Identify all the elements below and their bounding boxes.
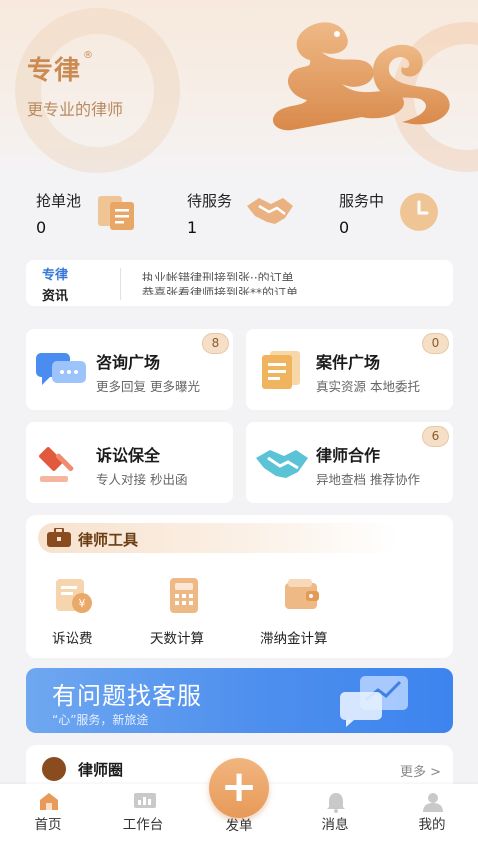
chat-bubbles-icon [36,353,86,385]
app-logo: 专律® [27,50,94,87]
divider [120,268,121,300]
dragon-emblem-icon [272,22,450,131]
stat-pending-service[interactable]: 待服务 1 [187,188,337,248]
card-lawyer-cooperation[interactable]: 律师合作 异地查档 推荐协作 6 [246,422,453,503]
stat-value: 0 [36,218,47,237]
stat-order-pool[interactable]: 抢单池 0 [36,188,186,248]
tool-days-calculator[interactable]: 天数计算 [150,577,204,647]
tool-label: 天数计算 [150,631,204,647]
calculator-icon [170,578,198,613]
order-stats: 抢单池 0 待服务 1 服务中 0 [0,188,478,248]
news-item[interactable]: 执业帐错律刑接到张··的订单 [142,272,392,281]
plus-icon: + [220,761,258,812]
tab-label: 消息 [321,817,349,833]
count-badge: 6 [422,426,449,447]
profile-icon [423,793,443,812]
tools-title: 律师工具 [78,531,139,549]
card-subtitle: 专人对接 秒出函 [96,472,188,487]
clock-icon [400,193,438,231]
gavel-icon [39,447,74,482]
tool-label: 诉讼费 [52,631,93,647]
hero-header: 专律® 更专业的律师 [0,0,478,175]
tab-messages[interactable]: 消息 [300,784,370,834]
card-case-square[interactable]: 案件广场 真实资源 本地委托 0 [246,329,453,410]
card-subtitle: 真实资源 本地委托 [316,379,420,394]
banner-subtitle: “心”服务，新旅途 [52,713,149,727]
card-title: 律师合作 [316,446,381,465]
svg-text:¥: ¥ [79,597,86,610]
tab-home[interactable]: 首页 [13,784,83,834]
registered-mark: ® [83,50,95,61]
count-badge: 0 [422,333,449,354]
more-link[interactable]: 更多 > [400,761,441,780]
bell-icon [327,793,345,813]
count-badge: 8 [202,333,229,354]
card-consult-square[interactable]: 咨询广场 更多回复 更多曝光 8 [26,329,233,410]
post-order-button[interactable]: + [209,758,269,818]
tools-header: 律师工具 [38,523,398,553]
tab-label: 发单 [225,818,253,834]
wallet-icon [285,579,319,609]
stat-label: 抢单池 [36,192,82,210]
tab-label: 工作台 [122,817,164,833]
lawyer-tools-panel: 律师工具 ¥ 诉讼费 天数计算 滞纳金计算 [26,515,453,658]
order-pool-icon [98,196,134,230]
tool-late-fee-calculator[interactable]: 滞纳金计算 [260,577,328,647]
brand-name: 专律 [27,56,82,86]
stat-value: 0 [339,218,350,237]
customer-service-banner[interactable]: 有问题找客服 “心”服务，新旅途 [26,668,453,733]
handshake-icon [247,198,293,224]
home-icon [40,793,58,810]
workbench-icon [134,793,156,808]
stat-label: 待服务 [187,192,233,210]
slogan: 更专业的律师 [27,100,124,119]
card-subtitle: 异地查档 推荐协作 [316,472,420,487]
stat-in-service[interactable]: 服务中 0 [339,188,478,248]
chat-chart-icon [340,676,408,727]
news-ticker[interactable]: 专律 资讯 执业帐错律刑接到张··的订单 恭喜张看律师接到张**的订单 [26,260,453,306]
card-subtitle: 更多回复 更多曝光 [96,379,200,394]
circle-icon [42,757,66,781]
tool-label: 滞纳金计算 [260,631,328,647]
news-title-2: 资讯 [42,289,69,304]
cooperation-icon [256,450,308,478]
card-litigation-preservation[interactable]: 诉讼保全 专人对接 秒出函 [26,422,233,503]
tab-label: 首页 [34,817,62,833]
news-item[interactable]: 恭喜张看律师接到张**的订单 [142,286,392,295]
tab-workbench[interactable]: 工作台 [108,784,178,834]
briefcase-icon [47,528,71,547]
card-title: 诉讼保全 [96,446,161,465]
document-icon [262,351,300,389]
litigation-fee-icon: ¥ [56,579,92,613]
card-title: 咨询广场 [96,353,161,372]
stat-value: 1 [187,218,198,237]
section-title: 律师圈 [78,761,124,779]
news-title-1: 专律 [42,268,69,283]
banner-title: 有问题找客服 [52,682,202,710]
decor-ring [15,8,180,173]
card-title: 案件广场 [316,353,381,372]
tab-profile[interactable]: 我的 [397,784,467,834]
tool-litigation-fee[interactable]: ¥ 诉讼费 [52,577,94,647]
tab-label: 我的 [418,817,446,833]
stat-label: 服务中 [339,192,385,210]
